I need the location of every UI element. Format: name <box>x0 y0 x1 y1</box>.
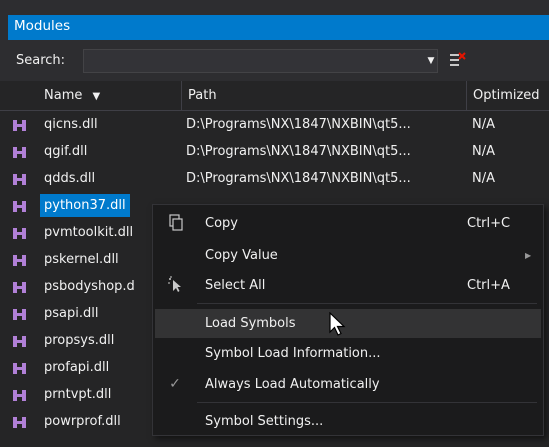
module-optimized: N/A <box>472 171 495 186</box>
module-path: D:\Programs\NX\1847\NXBIN\qt5... <box>186 144 411 159</box>
module-icon <box>13 201 26 212</box>
table-row[interactable]: qicns.dll D:\Programs\NX\1847\NXBIN\qt5.… <box>0 111 549 138</box>
menu-separator <box>197 402 537 403</box>
column-header-optimized[interactable]: Optimized <box>473 81 540 111</box>
column-divider[interactable] <box>466 81 467 111</box>
module-icon <box>13 147 26 158</box>
module-name: qgif.dll <box>44 144 88 159</box>
module-name: prntvpt.dll <box>44 387 112 402</box>
module-optimized: N/A <box>472 117 495 132</box>
select-all-icon <box>168 276 181 292</box>
module-name: psapi.dll <box>44 306 99 321</box>
menu-item-select-all[interactable]: Select All Ctrl+A <box>155 271 541 300</box>
module-name: python37.dll <box>40 194 130 217</box>
copy-icon <box>169 214 183 231</box>
module-icon <box>13 363 26 374</box>
module-icon <box>13 255 26 266</box>
menu-item-copy[interactable]: Copy Ctrl+C <box>155 209 541 238</box>
module-path: D:\Programs\NX\1847\NXBIN\qt5... <box>186 171 411 186</box>
table-row[interactable]: qdds.dll D:\Programs\NX\1847\NXBIN\qt5..… <box>0 165 549 192</box>
tool-window-titlebar: Modules <box>0 0 549 40</box>
module-name: qdds.dll <box>44 171 96 186</box>
menu-item-copy-value[interactable]: Copy Value ▶ <box>155 241 541 270</box>
module-icon <box>13 336 26 347</box>
search-input[interactable] <box>83 49 438 73</box>
search-label: Search: <box>16 53 66 68</box>
module-name: psbodyshop.d <box>44 279 135 294</box>
column-header-path[interactable]: Path <box>188 81 217 111</box>
module-name: propsys.dll <box>44 333 115 348</box>
window-title[interactable]: Modules <box>8 15 549 40</box>
module-name: powrprof.dll <box>44 414 121 429</box>
module-optimized: N/A <box>472 144 495 159</box>
module-icon <box>13 417 26 428</box>
menu-item-always-load-automatically[interactable]: ✓ Always Load Automatically <box>155 370 541 399</box>
module-icon <box>13 120 26 131</box>
module-icon <box>13 390 26 401</box>
menu-item-load-symbols[interactable]: Load Symbols <box>155 309 541 338</box>
column-header-name[interactable]: Name ▼ <box>44 81 100 111</box>
menu-separator <box>197 303 537 304</box>
module-icon <box>13 228 26 239</box>
sort-descending-icon: ▼ <box>92 91 101 102</box>
module-name: qicns.dll <box>44 117 98 132</box>
column-header-row: Name ▼ Path Optimized <box>0 81 549 111</box>
checkmark-icon: ✓ <box>169 376 181 392</box>
column-divider[interactable] <box>181 81 182 111</box>
module-icon <box>13 309 26 320</box>
chevron-down-icon[interactable]: ▼ <box>423 49 439 73</box>
submenu-arrow-icon: ▶ <box>525 251 532 260</box>
context-menu: Copy Ctrl+C Copy Value ▶ Select All Ctrl… <box>152 204 544 436</box>
menu-item-symbol-settings[interactable]: Symbol Settings... <box>155 407 541 436</box>
mouse-cursor-icon <box>329 312 346 336</box>
module-path: D:\Programs\NX\1847\NXBIN\qt5... <box>186 117 411 132</box>
search-bar: Search: ▼ <box>0 40 549 81</box>
table-row[interactable]: qgif.dll D:\Programs\NX\1847\NXBIN\qt5..… <box>0 138 549 165</box>
module-icon <box>13 174 26 185</box>
clear-search-icon[interactable] <box>446 50 468 72</box>
module-name: pvmtoolkit.dll <box>44 225 134 240</box>
module-name: profapi.dll <box>44 360 110 375</box>
module-name: pskernel.dll <box>44 252 119 267</box>
menu-item-symbol-load-information[interactable]: Symbol Load Information... <box>155 339 541 368</box>
module-icon <box>13 282 26 293</box>
